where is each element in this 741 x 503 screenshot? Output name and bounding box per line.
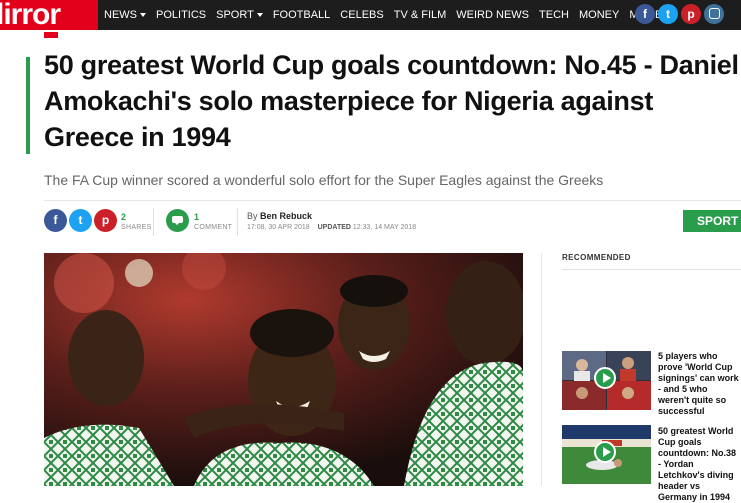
pinterest-icon[interactable]: p <box>681 4 701 24</box>
byline-prefix: By <box>247 211 258 221</box>
nav-item-tv-film[interactable]: TV & FILM <box>394 9 447 21</box>
instagram-icon[interactable] <box>704 4 724 24</box>
chevron-down-icon <box>256 13 263 17</box>
chevron-down-icon <box>140 13 146 17</box>
comment-label: COMMENT <box>194 224 233 231</box>
divider <box>562 269 741 270</box>
facebook-icon[interactable]: f <box>635 4 655 24</box>
twitter-icon[interactable]: t <box>658 4 678 24</box>
top-nav-bar: lirror NEWS POLITICS SPORT FOOTBALL CELE… <box>0 0 741 30</box>
nav-item-money[interactable]: MONEY <box>579 9 619 21</box>
nav-item-celebs[interactable]: CELEBS <box>340 9 383 21</box>
share-facebook-button[interactable]: f <box>44 209 67 232</box>
play-icon <box>594 441 616 463</box>
hero-image <box>44 253 523 486</box>
nav-label: CELEBS <box>340 9 384 21</box>
nav-item-tech[interactable]: TECH <box>539 9 569 21</box>
article-standfirst: The FA Cup winner scored a wonderful sol… <box>44 172 604 188</box>
nav-label: POLITICS <box>156 9 207 21</box>
nav-item-politics[interactable]: POLITICS <box>156 9 206 21</box>
nav-item-sport[interactable]: SPORT <box>216 9 263 21</box>
article-headline: 50 greatest World Cup goals countdown: N… <box>44 50 739 152</box>
recommended-thumbnail[interactable] <box>562 351 651 410</box>
author-link[interactable]: Ben Rebuck <box>260 211 312 221</box>
nav-item-weird-news[interactable]: WEIRD NEWS <box>456 9 529 21</box>
updated-time: 12:33, 14 MAY 2018 <box>352 224 417 231</box>
headline-accent-bar <box>26 57 30 154</box>
section-color-tag <box>44 32 58 38</box>
section-tag-sport[interactable]: SPORT <box>683 210 741 232</box>
nav-label: TV & FILM <box>393 9 447 21</box>
recommended-thumbnail[interactable] <box>562 425 651 484</box>
nav-label: MONEY <box>578 9 620 21</box>
nav-item-football[interactable]: FOOTBALL <box>273 9 330 21</box>
site-logo[interactable]: lirror <box>0 0 98 30</box>
nav-label: NEWS <box>104 9 137 21</box>
share-pinterest-button[interactable]: p <box>94 209 117 232</box>
nav-label: TECH <box>539 9 569 21</box>
published-time: 17:08, 30 APR 2018 <box>247 224 310 231</box>
instagram-glyph <box>708 8 720 19</box>
share-count: 2 <box>121 212 127 222</box>
comment-icon[interactable] <box>166 209 189 232</box>
updated-label: UPDATED <box>317 224 351 231</box>
recommended-item-link[interactable]: 5 players who prove 'World Cup signings'… <box>658 351 741 417</box>
hero-photo-illustration <box>44 253 523 486</box>
divider <box>44 200 741 201</box>
play-icon <box>594 367 616 389</box>
comment-count[interactable]: 1 <box>194 212 199 222</box>
nav-label: FOOTBALL <box>272 9 331 21</box>
byline: By Ben Rebuck <box>247 211 312 221</box>
divider <box>541 253 542 486</box>
article-dates: 17:08, 30 APR 2018 UPDATED 12:33, 14 MAY… <box>247 224 416 231</box>
nav-label: WEIRD NEWS <box>456 9 530 21</box>
recommended-item-link[interactable]: 50 greatest World Cup goals countdown: N… <box>658 426 741 503</box>
nav-item-news[interactable]: NEWS <box>104 9 146 21</box>
recommended-heading: RECOMMENDED <box>562 253 631 262</box>
nav-label: SPORT <box>216 9 254 21</box>
share-label: SHARES <box>121 224 152 231</box>
divider <box>153 208 154 236</box>
logo-text: lirror <box>0 0 61 30</box>
share-twitter-button[interactable]: t <box>69 209 92 232</box>
divider <box>237 208 238 236</box>
main-nav: NEWS POLITICS SPORT FOOTBALL CELEBS TV &… <box>104 0 681 30</box>
